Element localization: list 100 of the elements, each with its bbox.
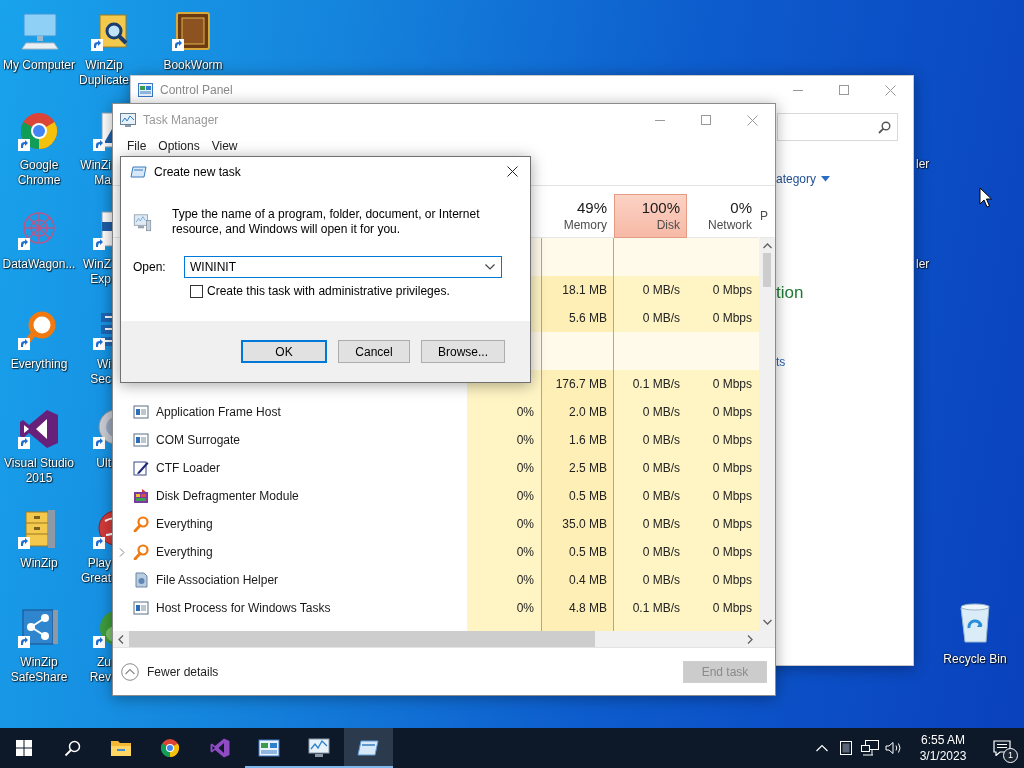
table-cell: 18.1 MB: [541, 276, 614, 304]
desktop-icon-label[interactable]: ler: [916, 257, 936, 272]
vertical-scrollbar[interactable]: [759, 238, 775, 631]
pen-icon: [133, 460, 149, 476]
process-name[interactable]: COM Surrogate: [156, 433, 241, 447]
table-cell: 0.1 MB/s: [614, 594, 687, 622]
monitor-chart-icon: [307, 737, 330, 759]
table-cell: 0 Mbps: [687, 510, 759, 538]
process-name[interactable]: Application Frame Host: [156, 405, 281, 419]
process-name[interactable]: Everything: [156, 545, 213, 559]
colorful-blocks-icon: [133, 488, 149, 504]
search-icon: [878, 120, 891, 134]
dialog-button[interactable]: Browse...: [421, 340, 505, 363]
table-cell: 0 Mbps: [687, 304, 759, 332]
menu-item[interactable]: View: [205, 137, 244, 155]
scroll-right-icon[interactable]: [747, 634, 753, 644]
collapse-icon[interactable]: [121, 662, 139, 681]
table-cell: 2.0 MB: [541, 398, 614, 426]
search-field[interactable]: [777, 113, 898, 141]
table-cell: 0 MB/s: [614, 482, 687, 510]
clock[interactable]: 6:55 AM 3/1/2023: [906, 732, 980, 764]
monitor-chart-icon: [120, 112, 136, 128]
table-cell: 0 MB/s: [614, 566, 687, 594]
column-header[interactable]: 100% Disk: [614, 194, 687, 238]
maximize-icon: [701, 115, 711, 125]
section-heading[interactable]: tion: [776, 283, 804, 303]
chevron-up-icon[interactable]: [816, 744, 828, 752]
scroll-up-icon[interactable]: [762, 243, 772, 249]
section-link[interactable]: ts: [776, 355, 786, 369]
table-cell: 0 Mbps: [687, 454, 759, 482]
fewer-details-link[interactable]: Fewer details: [147, 664, 219, 679]
horizontal-scrollbar[interactable]: [113, 631, 775, 647]
network-icon[interactable]: [861, 740, 879, 756]
caret-icon[interactable]: [821, 176, 831, 182]
share-icon[interactable]: [17, 606, 61, 650]
dialog-button[interactable]: OK: [241, 340, 327, 363]
scroll-down-icon[interactable]: [762, 619, 772, 625]
app-window-icon: [133, 432, 149, 448]
table-cell: 176.7 MB: [541, 370, 614, 398]
windows-logo-icon: [16, 740, 32, 756]
notification-count: 1: [1003, 748, 1018, 763]
maximize-icon: [839, 85, 849, 95]
table-cell: 0%: [467, 510, 541, 538]
checkbox-label[interactable]: Create this task with administrative privileges.: [207, 284, 450, 298]
table-cell: 0%: [467, 426, 541, 454]
close-icon: [506, 166, 518, 177]
process-name[interactable]: Everything: [156, 517, 213, 531]
control-panel-icon: [258, 737, 281, 759]
app-window-icon: [133, 600, 149, 616]
table-cell: 0%: [467, 454, 541, 482]
scroll-thumb[interactable]: [763, 253, 771, 287]
scroll-left-icon[interactable]: [118, 634, 124, 644]
dialog-button[interactable]: Cancel: [338, 340, 410, 363]
volume-icon[interactable]: [885, 741, 903, 755]
notification-button[interactable]: 1: [980, 728, 1024, 768]
window-title: Task Manager: [143, 113, 220, 127]
ring-logo-icon: [159, 737, 182, 759]
open-combobox[interactable]: WININIT: [184, 256, 502, 278]
window-icon: [130, 165, 147, 178]
app-window-icon: [133, 404, 149, 420]
table-cell: 0 Mbps: [687, 426, 759, 454]
table-cell: 0%: [467, 594, 541, 622]
menu-item[interactable]: Options: [152, 137, 206, 155]
table-cell: 0 MB/s: [614, 304, 687, 332]
table-cell: 0%: [467, 566, 541, 594]
table-cell: 0 Mbps: [687, 538, 759, 566]
square-icon[interactable]: [840, 741, 852, 755]
dropdown-icon[interactable]: [485, 264, 495, 270]
menu-item[interactable]: File: [121, 137, 153, 155]
table-cell: 0 MB/s: [614, 538, 687, 566]
ribbon-logo-icon[interactable]: [17, 407, 61, 451]
mouse-pointer-icon: [979, 187, 992, 208]
checkbox[interactable]: [190, 284, 203, 298]
process-name[interactable]: CTF Loader: [156, 461, 221, 475]
search-icon: [63, 739, 81, 757]
table-cell: 0 MB/s: [614, 510, 687, 538]
desktop-icon-label[interactable]: ler: [916, 157, 936, 172]
table-cell: 0%: [467, 398, 541, 426]
desktop-icon-label[interactable]: Recycle Bin: [935, 652, 1015, 667]
window-icon: [357, 737, 380, 759]
table-cell: 0 Mbps: [687, 482, 759, 510]
table-cell: 0 Mbps: [687, 566, 759, 594]
process-name[interactable]: Host Process for Windows Tasks: [156, 601, 331, 615]
magnifier-icon: [133, 516, 149, 532]
dialog-title: Create new task: [154, 164, 242, 179]
table-cell: 5.6 MB: [541, 304, 614, 332]
process-name[interactable]: Disk Defragmenter Module: [156, 489, 299, 503]
column-header[interactable]: P: [759, 194, 775, 238]
table-cell: [687, 332, 759, 370]
process-name[interactable]: File Association Helper: [156, 573, 279, 587]
table-cell: [687, 238, 759, 276]
magnifier-icon: [133, 544, 149, 560]
file-icon: [133, 572, 149, 588]
table-cell: 0%: [467, 482, 541, 510]
scroll-thumb[interactable]: [129, 631, 595, 647]
taskbar-app-button[interactable]: [343, 728, 393, 768]
table-cell: 0.1 MB/s: [614, 370, 687, 398]
table-cell: 0 Mbps: [687, 276, 759, 304]
view-link[interactable]: ategory: [776, 172, 817, 186]
control-panel-icon: [138, 83, 153, 97]
